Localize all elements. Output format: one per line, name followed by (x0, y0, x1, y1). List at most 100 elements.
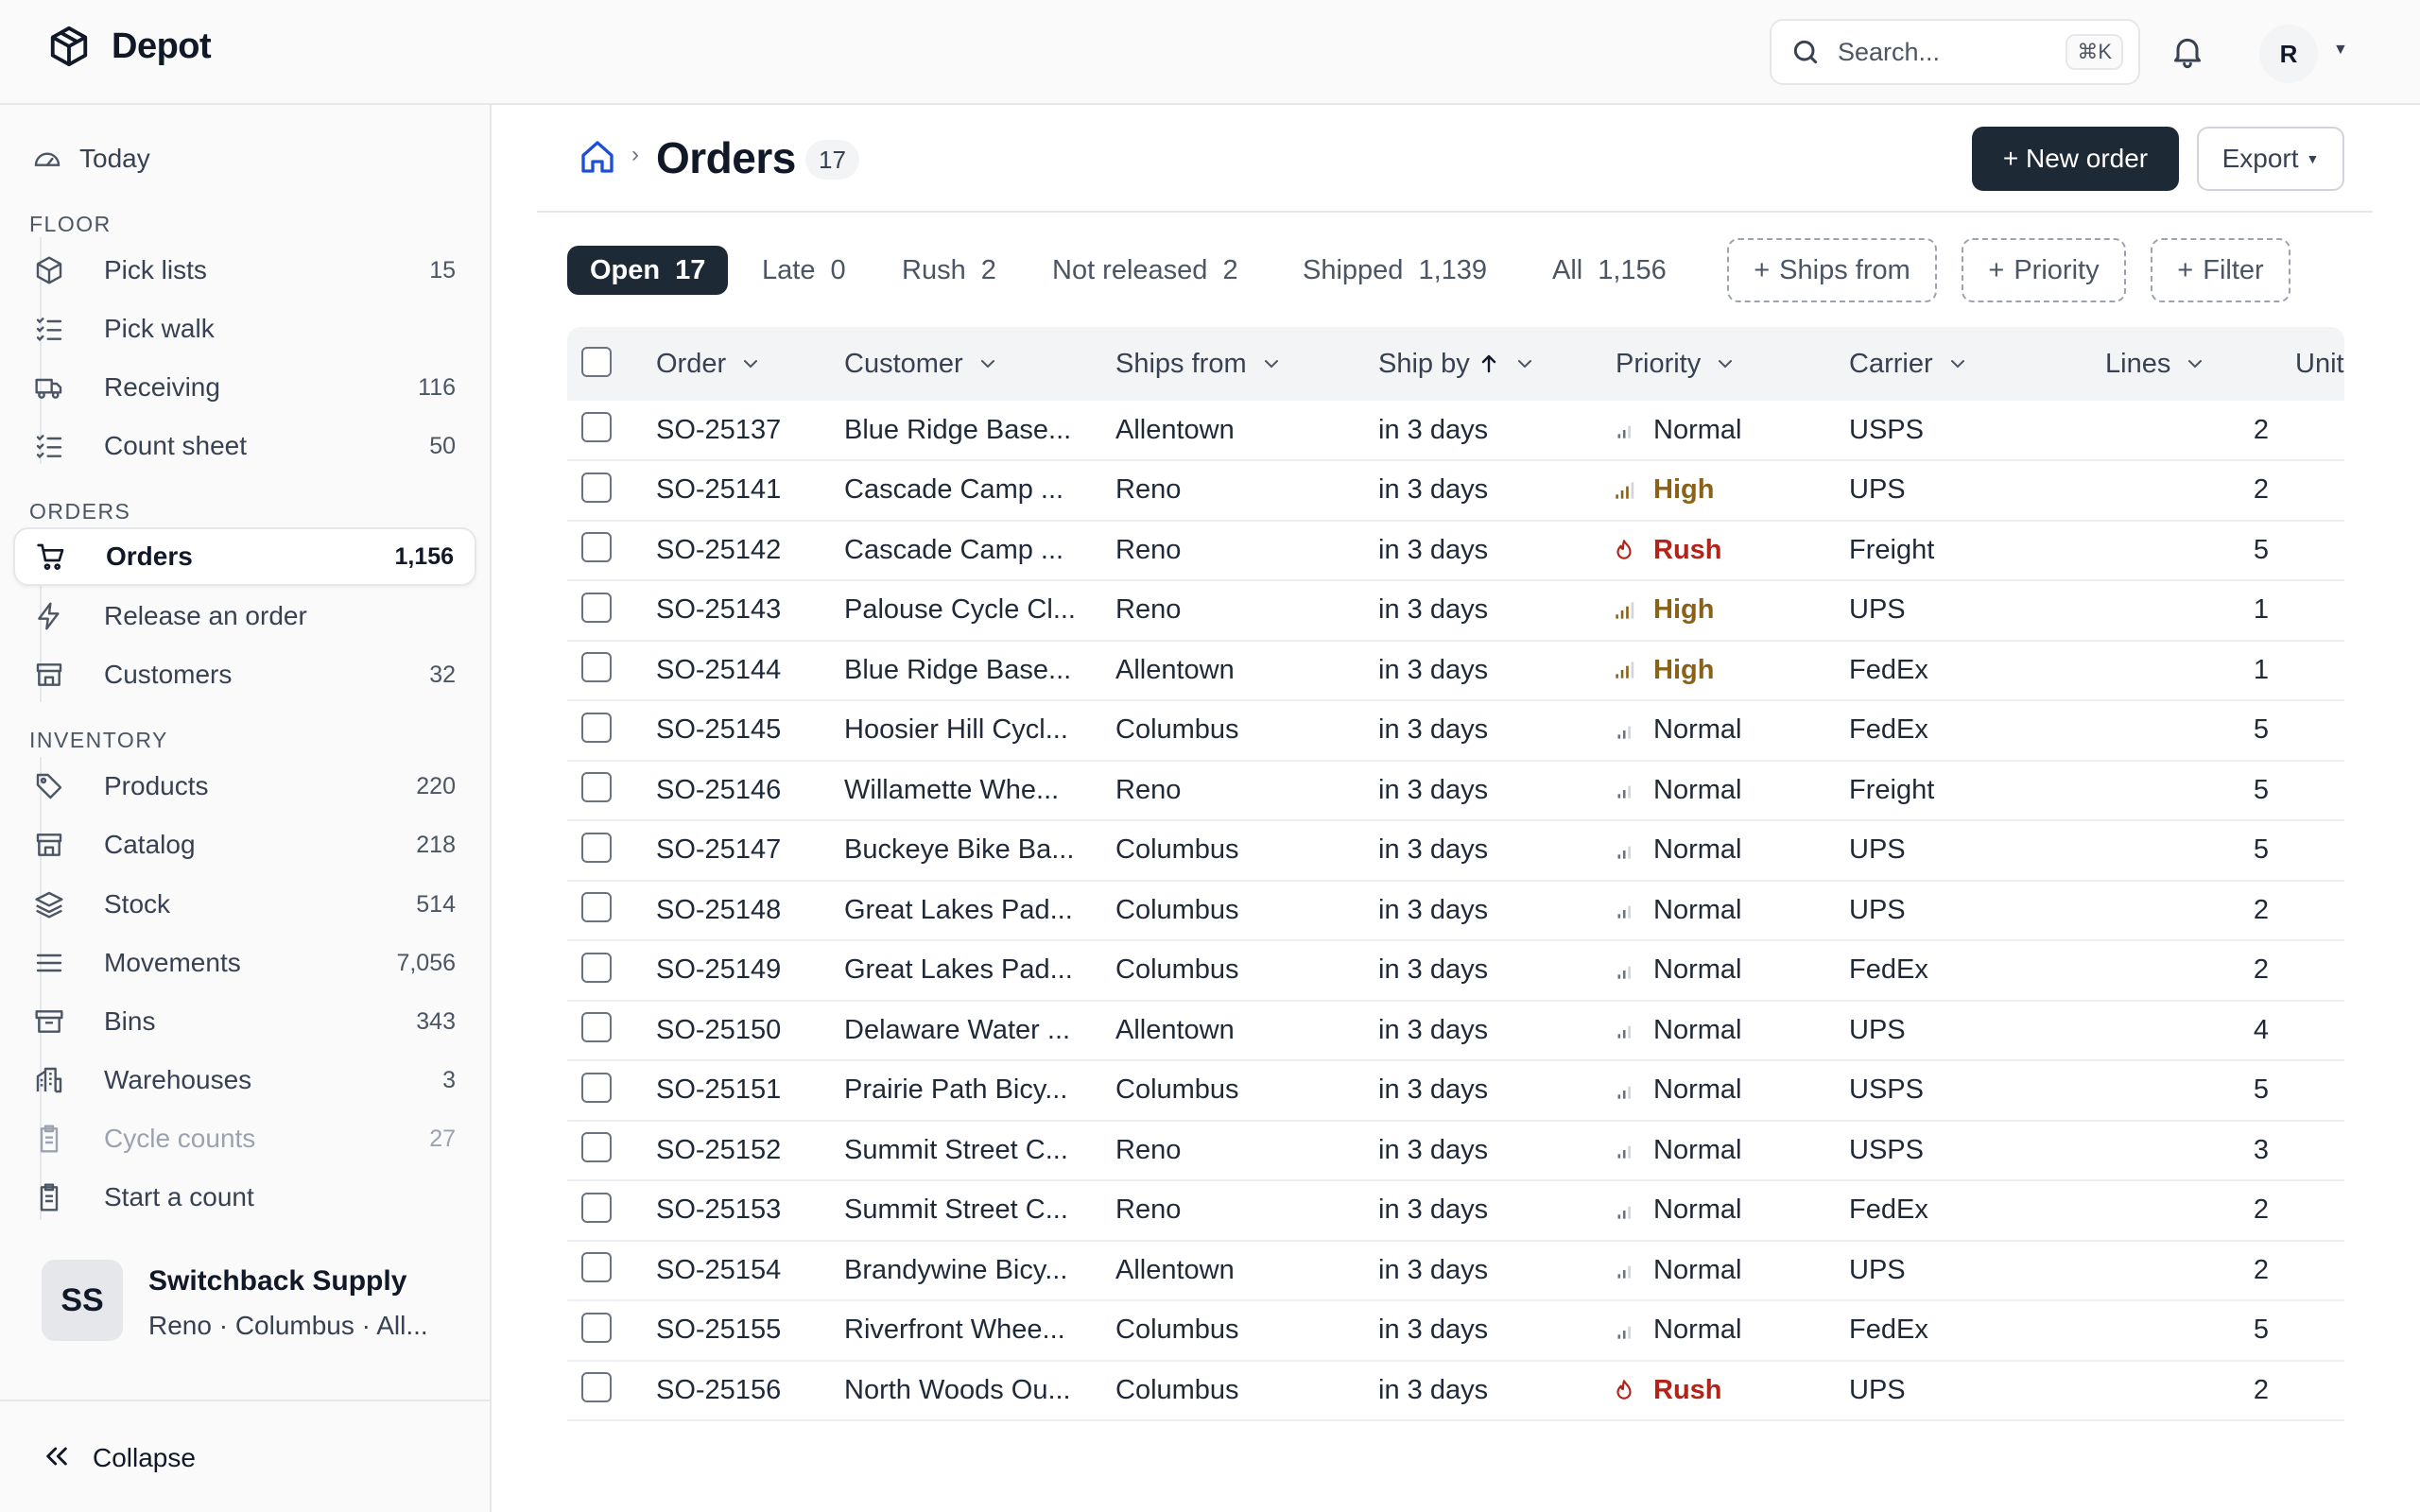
table-row[interactable]: SO-25137 Blue Ridge Base... Allentown in 3 … (567, 401, 2344, 461)
row-checkbox[interactable] (581, 532, 612, 562)
cell-order[interactable]: SO-25149 (656, 941, 781, 1000)
table-row[interactable]: SO-25155 Riverfront Whee... Columbus in 3 d… (567, 1301, 2344, 1362)
org-name: Switchback Supply (148, 1265, 407, 1297)
row-checkbox[interactable] (581, 952, 612, 983)
select-all-checkbox[interactable] (581, 347, 612, 377)
tab-rush[interactable]: Rush 2 (902, 246, 996, 295)
cell-order[interactable]: SO-25145 (656, 701, 781, 760)
table-row[interactable]: SO-25147 Buckeye Bike Ba... Columbus in 3 d… (567, 821, 2344, 882)
row-checkbox[interactable] (581, 1312, 612, 1343)
brand[interactable]: Depot (47, 25, 212, 68)
cell-order[interactable]: SO-25148 (656, 881, 781, 939)
cell-carrier: UPS (1849, 594, 1906, 625)
table-row[interactable]: SO-25148 Great Lakes Pad... Columbus in 3 d… (567, 881, 2344, 941)
sidebar-item-catalog[interactable]: Catalog 218 (13, 816, 476, 874)
cell-order[interactable]: SO-25152 (656, 1121, 781, 1179)
sidebar-item-orders[interactable]: Orders 1,156 (13, 527, 476, 586)
column-lines[interactable]: Lines (2105, 327, 2206, 401)
sidebar-item-bins[interactable]: Bins 343 (13, 992, 476, 1051)
home-icon[interactable] (579, 138, 616, 176)
row-checkbox[interactable] (581, 652, 612, 682)
row-checkbox[interactable] (581, 1192, 612, 1223)
column-customer[interactable]: Customer (844, 327, 999, 401)
table-row[interactable]: SO-25154 Brandywine Bicy... Allentown in 3 … (567, 1241, 2344, 1301)
cell-order[interactable]: SO-25150 (656, 1001, 781, 1059)
cell-order[interactable]: SO-25154 (656, 1241, 781, 1299)
user-avatar[interactable]: R (2259, 25, 2318, 83)
cell-order[interactable]: SO-25143 (656, 581, 781, 640)
column-unit[interactable]: Unit (2295, 327, 2344, 401)
tab-shipped[interactable]: Shipped 1,139 (1303, 246, 1487, 295)
table-row[interactable]: SO-25152 Summit Street C... Reno in 3 days N… (567, 1121, 2344, 1181)
table-row[interactable]: SO-25143 Palouse Cycle Cl... Reno in 3 days… (567, 581, 2344, 642)
table-row[interactable]: SO-25146 Willamette Whe... Reno in 3 days No… (567, 761, 2344, 821)
cell-ship-by: in 3 days (1378, 414, 1489, 445)
table-row[interactable]: SO-25149 Great Lakes Pad... Columbus in 3 d… (567, 941, 2344, 1002)
table-row[interactable]: SO-25141 Cascade Camp ... Reno in 3 days Hig… (567, 461, 2344, 522)
new-order-button[interactable]: + New order (1972, 127, 2179, 191)
sidebar-item-receiving[interactable]: Receiving 116 (13, 358, 476, 417)
column-ship-by[interactable]: Ship by (1378, 327, 1536, 401)
export-button[interactable]: Export ▼ (2197, 127, 2344, 191)
row-checkbox[interactable] (581, 472, 612, 503)
row-checkbox[interactable] (581, 772, 612, 802)
sidebar-item-count-sheet[interactable]: Count sheet 50 (13, 417, 476, 475)
sidebar-item-pick-lists[interactable]: Pick lists 15 (13, 241, 476, 300)
tab-not-released[interactable]: Not released 2 (1052, 246, 1238, 295)
sidebar-item-today[interactable]: Today (13, 129, 476, 188)
column-carrier[interactable]: Carrier (1849, 327, 1969, 401)
caret-down-icon[interactable]: ▼ (2333, 42, 2348, 59)
sidebar-item-start-count[interactable]: Start a count (13, 1168, 476, 1220)
row-checkbox[interactable] (581, 412, 612, 442)
search-box[interactable]: Search... ⌘K (1770, 19, 2140, 85)
filter-ships-from[interactable]: + Ships from (1727, 238, 1937, 302)
row-checkbox[interactable] (581, 1072, 612, 1103)
cell-order[interactable]: SO-25155 (656, 1301, 781, 1360)
column-order[interactable]: Order (656, 327, 762, 401)
cell-order[interactable]: SO-25147 (656, 821, 781, 880)
cell-order[interactable]: SO-25141 (656, 461, 781, 520)
tab-all[interactable]: All 1,156 (1552, 246, 1667, 295)
sidebar-item-customers[interactable]: Customers 32 (13, 645, 476, 704)
row-checkbox[interactable] (581, 712, 612, 743)
row-checkbox[interactable] (581, 1132, 612, 1162)
column-priority[interactable]: Priority (1616, 327, 1737, 401)
cell-ship-by: in 3 days (1378, 654, 1489, 685)
sidebar-item-warehouses[interactable]: Warehouses 3 (13, 1051, 476, 1109)
table-row[interactable]: SO-25151 Prairie Path Bicy... Columbus in 3… (567, 1061, 2344, 1122)
cell-order[interactable]: SO-25142 (656, 521, 781, 579)
tab-open[interactable]: Open 17 (567, 246, 729, 295)
sidebar-item-movements[interactable]: Movements 7,056 (13, 934, 476, 992)
row-checkbox[interactable] (581, 592, 612, 623)
filter-add[interactable]: + Filter (2151, 238, 2290, 302)
table-row[interactable]: SO-25153 Summit Street C... Reno in 3 days N… (567, 1181, 2344, 1242)
column-ships-from[interactable]: Ships from (1115, 327, 1283, 401)
cell-order[interactable]: SO-25156 (656, 1361, 781, 1419)
tab-late[interactable]: Late 0 (762, 246, 846, 295)
table-row[interactable]: SO-25145 Hoosier Hill Cycl... Columbus in 3… (567, 701, 2344, 762)
table-row[interactable]: SO-25156 North Woods Ou... Columbus in 3 da… (567, 1361, 2344, 1421)
cell-order[interactable]: SO-25151 (656, 1061, 781, 1120)
org-switcher[interactable]: SS Switchback Supply Reno · Columbus · A… (0, 1229, 490, 1357)
cell-order[interactable]: SO-25153 (656, 1181, 781, 1240)
filter-priority[interactable]: + Priority (1962, 238, 2126, 302)
sidebar-item-pick-walk[interactable]: Pick walk (13, 300, 476, 358)
row-checkbox[interactable] (581, 1252, 612, 1282)
cell-order[interactable]: SO-25137 (656, 401, 781, 459)
table-row[interactable]: SO-25142 Cascade Camp ... Reno in 3 days Rus… (567, 521, 2344, 581)
bell-icon[interactable] (2169, 32, 2206, 70)
sidebar-item-release-order[interactable]: Release an order (13, 587, 476, 645)
table-row[interactable]: SO-25144 Blue Ridge Base... Allentown in 3 … (567, 641, 2344, 701)
sidebar-item-cycle-counts[interactable]: Cycle counts 27 (13, 1109, 476, 1168)
cell-order[interactable]: SO-25144 (656, 641, 781, 699)
sidebar-item-products[interactable]: Products 220 (13, 757, 476, 816)
row-checkbox[interactable] (581, 832, 612, 863)
row-checkbox[interactable] (581, 1372, 612, 1402)
row-checkbox[interactable] (581, 892, 612, 922)
collapse-button[interactable]: Collapse (0, 1400, 490, 1511)
sidebar-item-stock[interactable]: Stock 514 (13, 875, 476, 934)
cell-order[interactable]: SO-25146 (656, 761, 781, 819)
table-row[interactable]: SO-25150 Delaware Water ... Allentown in 3 … (567, 1001, 2344, 1061)
row-checkbox[interactable] (581, 1012, 612, 1042)
sidebar-nav[interactable]: Today FLOOR Pick lists 15 Pick walk Rece… (0, 105, 490, 1220)
